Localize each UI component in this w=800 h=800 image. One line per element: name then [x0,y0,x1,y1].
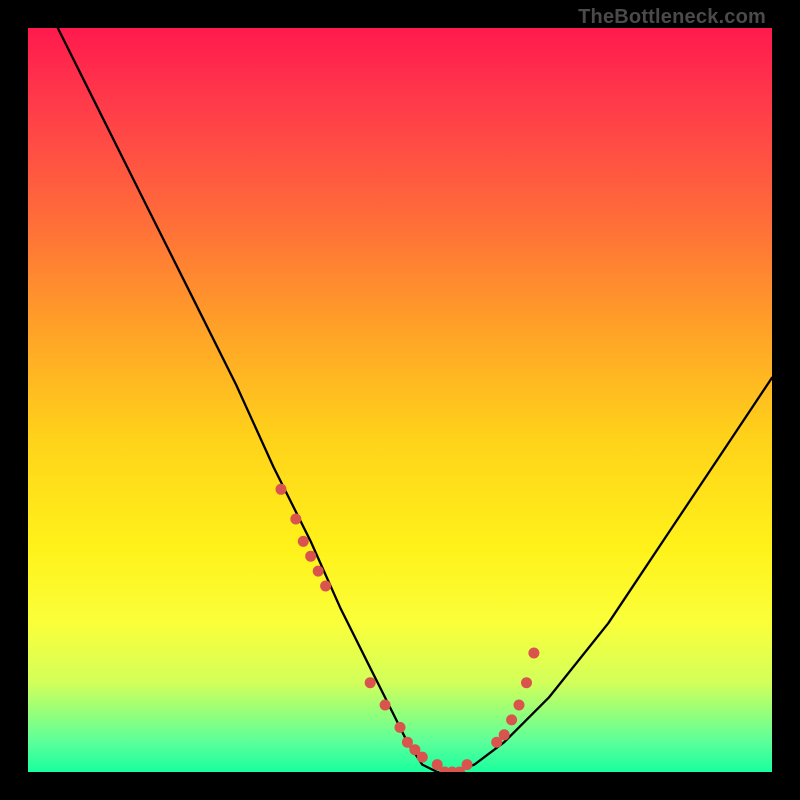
emphasis-dot [365,677,376,688]
emphasis-dot [276,484,287,495]
emphasis-dot [313,566,324,577]
emphasis-dot [305,551,316,562]
emphasis-dot [462,759,473,770]
emphasis-dot [320,581,331,592]
emphasis-dot [395,722,406,733]
emphasis-dot [298,536,309,547]
bottleneck-curve [58,28,772,772]
emphasis-dot [417,752,428,763]
emphasis-dot [499,729,510,740]
chart-frame: TheBottleneck.com [0,0,800,800]
emphasis-dot [380,700,391,711]
emphasis-dot [514,700,525,711]
emphasis-dot [290,514,301,525]
plot-area [28,28,772,772]
emphasis-dot [521,677,532,688]
curve-layer [28,28,772,772]
emphasis-dot [528,648,539,659]
emphasis-dot [506,714,517,725]
attribution-label: TheBottleneck.com [578,6,766,29]
